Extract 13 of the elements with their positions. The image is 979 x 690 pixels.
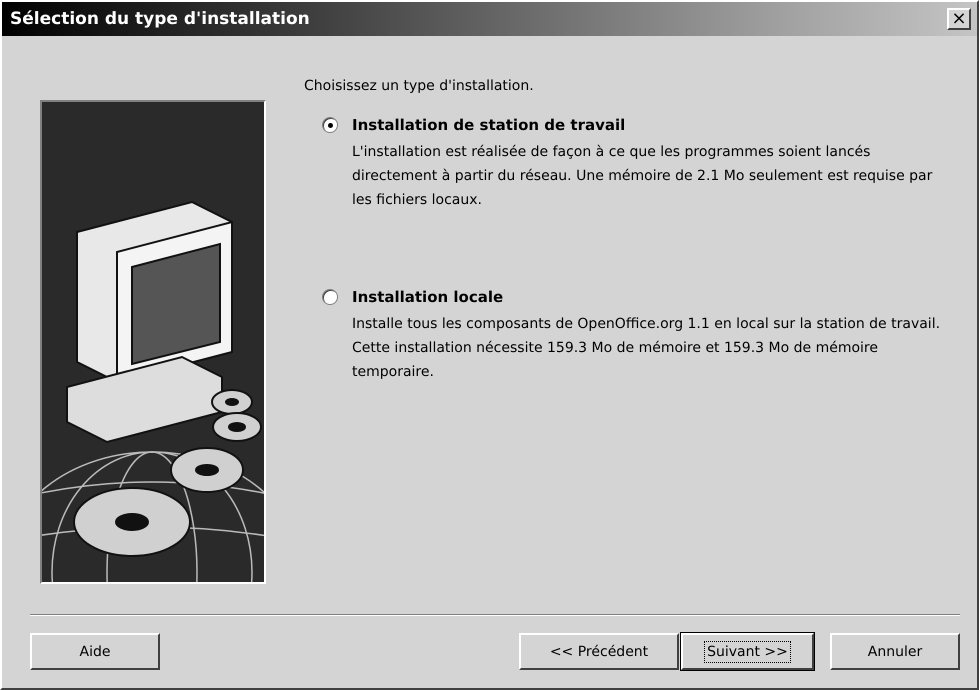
radio-button[interactable] xyxy=(322,117,338,133)
option-description: Installe tous les composants de OpenOffice.org 1.1 en local sur la station de travail. Cette installation nécessite 159.3 Mo de mémoire et 159.3 Mo de mémoire temporaire. xyxy=(352,315,942,382)
close-button[interactable]: × xyxy=(947,8,971,30)
option-description: L'installation est réalisée de façon à ce que les programmes soient lancés directement à partir du réseau. Une mémoire de 2.1 Mo seulement est requise par les fichiers locaux. xyxy=(352,143,934,210)
dialog-button[interactable]: Annuler xyxy=(830,633,960,670)
instruction-text: Choisissez un type d'installation. xyxy=(304,78,535,94)
dialog-button[interactable]: Aide xyxy=(30,633,160,670)
window-title: Sélection du type d'installation xyxy=(10,9,310,29)
radio-button[interactable] xyxy=(322,289,338,305)
dialog-button[interactable]: Suivant >> xyxy=(681,633,814,670)
option-label[interactable]: Installation de station de travail xyxy=(352,116,626,134)
option-label[interactable]: Installation locale xyxy=(352,288,504,306)
dialog-button[interactable]: << Précédent xyxy=(519,633,679,670)
